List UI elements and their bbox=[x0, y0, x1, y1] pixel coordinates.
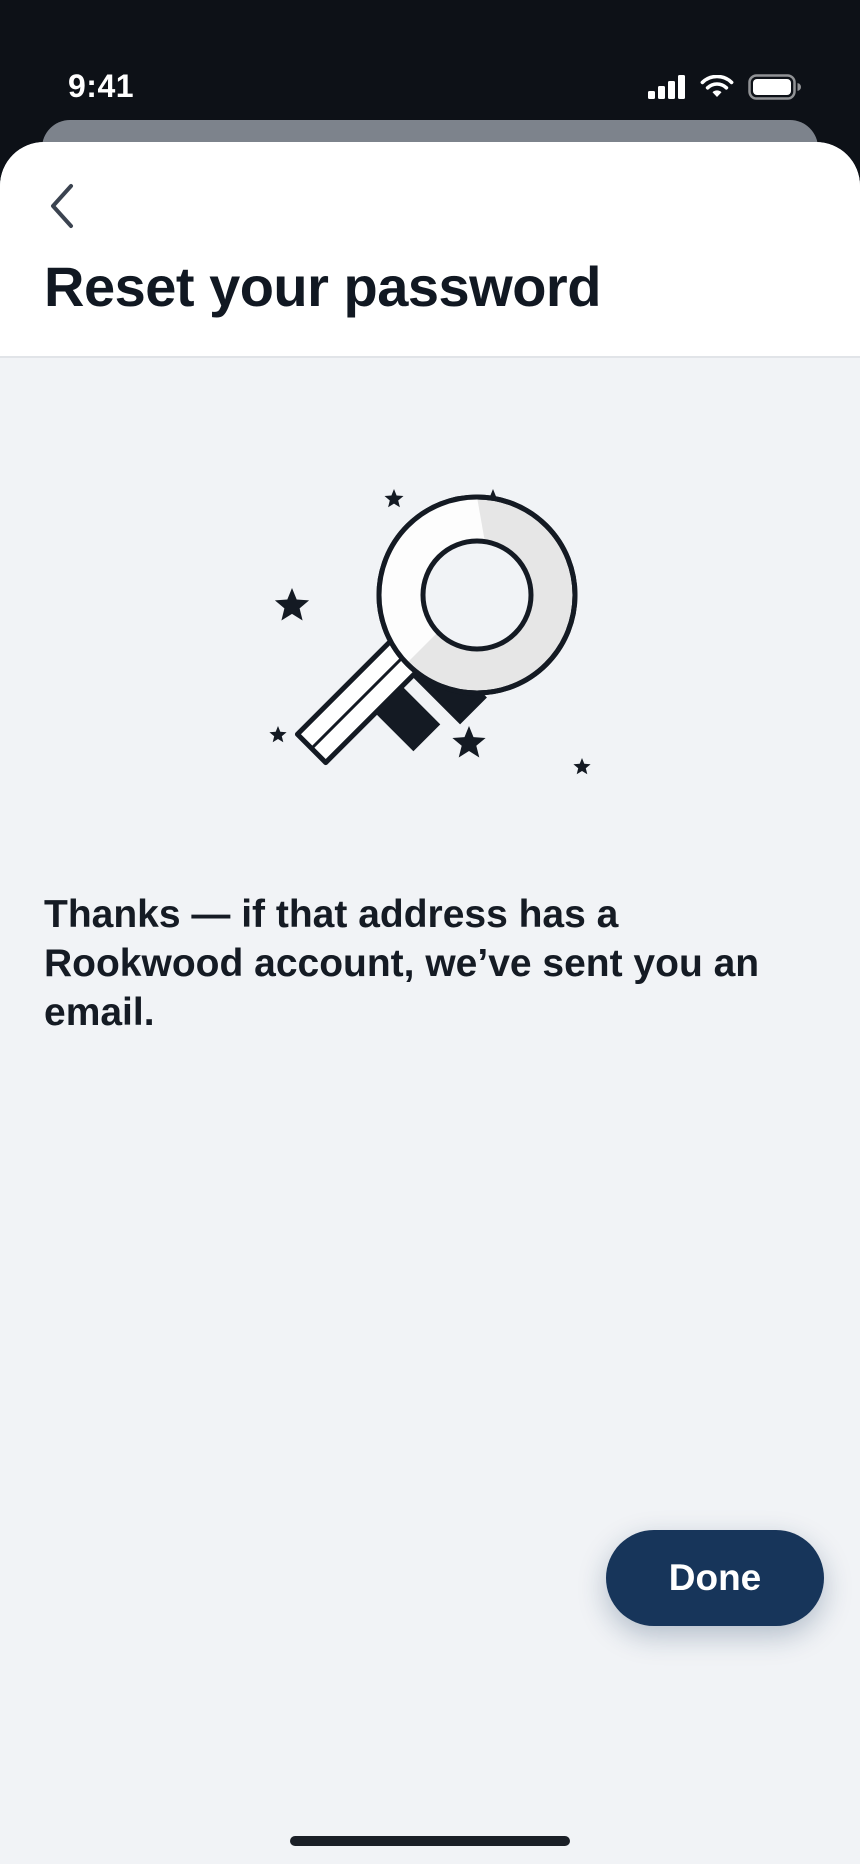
home-indicator[interactable] bbox=[290, 1836, 570, 1846]
sheet-header: Reset your password bbox=[0, 142, 860, 358]
back-button[interactable] bbox=[34, 176, 90, 240]
done-button[interactable]: Done bbox=[606, 1530, 824, 1626]
wifi-icon bbox=[700, 75, 734, 99]
chevron-left-icon bbox=[47, 182, 77, 235]
battery-icon bbox=[748, 74, 802, 100]
screen: 9:41 Reset your password Thanks — if tha… bbox=[0, 0, 860, 1864]
confirmation-message: Thanks — if that address has a Rookwood … bbox=[44, 893, 760, 1034]
page-title: Reset your password bbox=[44, 255, 601, 318]
key-with-stars-illustration bbox=[210, 404, 650, 824]
cellular-signal-icon bbox=[648, 75, 686, 99]
status-bar: 9:41 bbox=[0, 0, 860, 120]
status-icons bbox=[648, 74, 802, 100]
status-time: 9:41 bbox=[68, 68, 135, 104]
